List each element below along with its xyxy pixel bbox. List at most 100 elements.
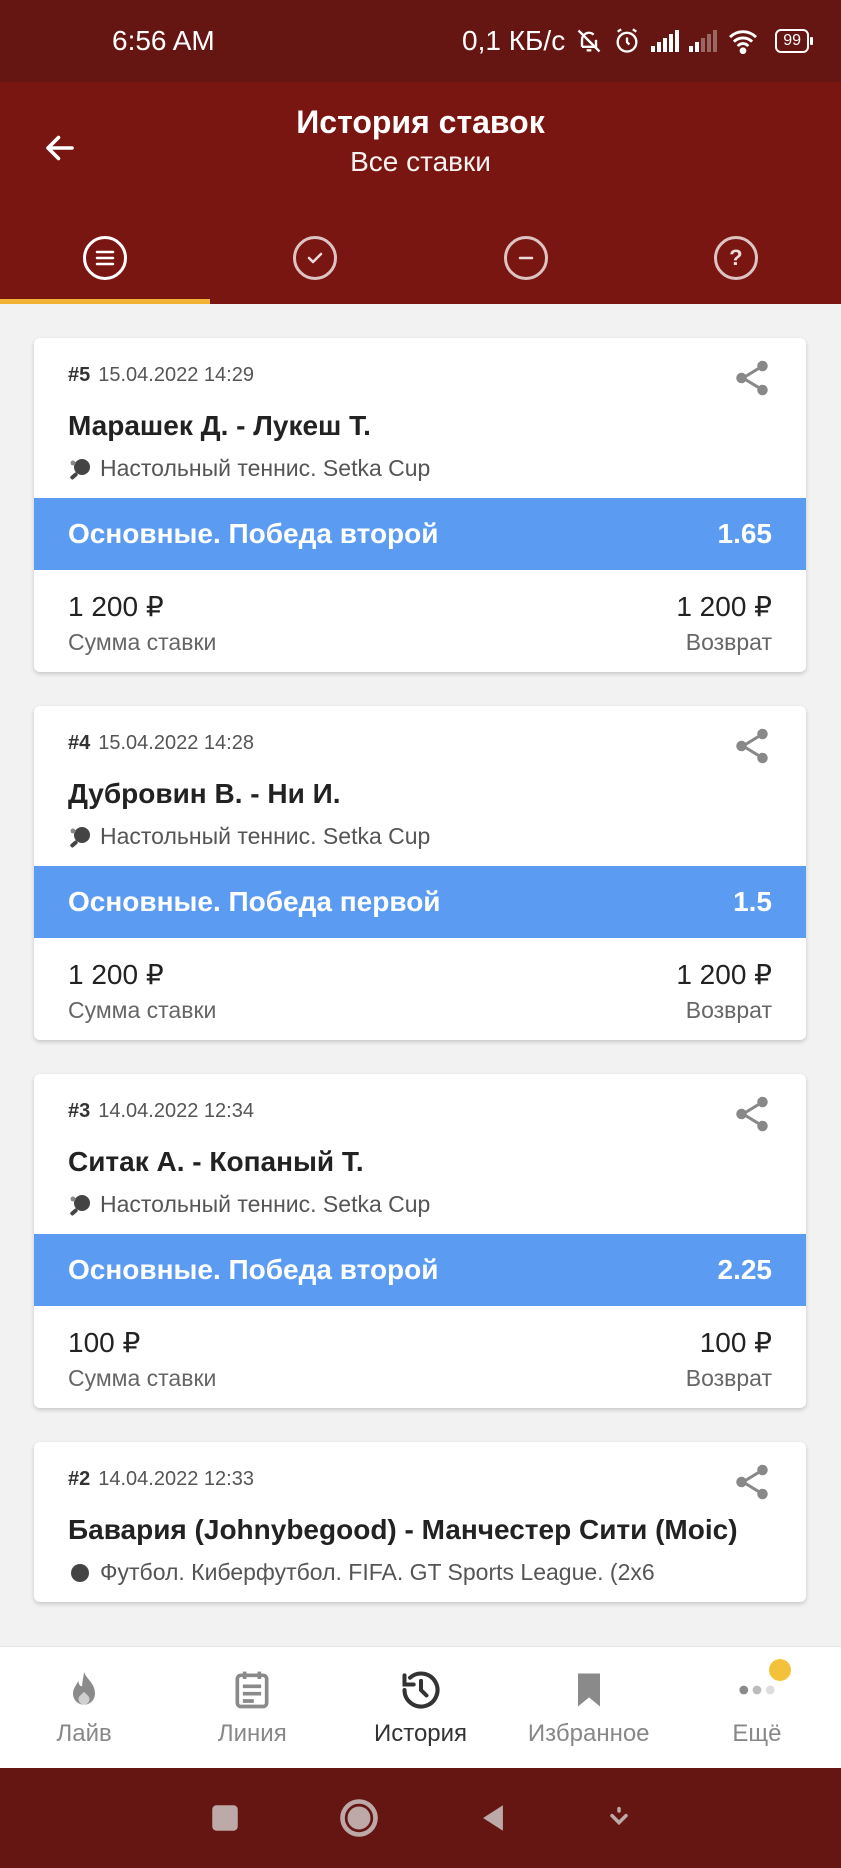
tab-lost[interactable] bbox=[421, 212, 631, 304]
nav-favorites-label: Избранное bbox=[527, 1719, 650, 1747]
table-tennis-icon bbox=[70, 826, 90, 847]
page-subtitle: Все ставки bbox=[350, 146, 491, 177]
bet-odds: 1.65 bbox=[717, 518, 773, 549]
check-icon bbox=[293, 236, 338, 280]
wifi-icon bbox=[729, 30, 758, 54]
bet-outcome-bar: Основные. Победа второй 2.25 bbox=[34, 1234, 806, 1306]
result-block: 1 200 ₽ Возврат bbox=[676, 590, 772, 656]
bet-outcome-bar: Основные. Победа второй 1.65 bbox=[34, 498, 806, 570]
tab-all[interactable] bbox=[0, 212, 211, 304]
result-label: Возврат bbox=[685, 629, 772, 655]
bet-meta: #3 14.04.2022 12:34 bbox=[68, 1100, 772, 1123]
bet-amounts: 100 ₽ Сумма ставки 100 ₽ Возврат bbox=[34, 1306, 806, 1408]
flame-icon bbox=[73, 1671, 96, 1705]
bell-off-icon bbox=[577, 29, 601, 53]
share-icon[interactable] bbox=[734, 1094, 770, 1134]
bet-card[interactable]: #3 14.04.2022 12:34 Ситак А. - Копаный Т.… bbox=[34, 1074, 806, 1408]
result-label: Возврат bbox=[685, 1365, 772, 1391]
system-nav-bar bbox=[0, 1768, 841, 1868]
tab-won[interactable] bbox=[210, 212, 420, 304]
bet-sport-label: Настольный теннис. Setka Cup bbox=[100, 455, 431, 481]
status-bar: 6:56 AM 0,1 КБ/с 99 bbox=[0, 0, 841, 82]
bet-date: 15.04.2022 14:29 bbox=[98, 364, 254, 386]
bet-meta: #2 14.04.2022 12:33 bbox=[68, 1468, 772, 1491]
bet-sport-label: Настольный теннис. Setka Cup bbox=[100, 823, 431, 849]
bet-card-head: #4 15.04.2022 14:28 Дубровин В. - Ни И. Н… bbox=[34, 706, 806, 866]
bet-sport: Настольный теннис. Setka Cup bbox=[68, 823, 772, 850]
nav-more[interactable]: Ещё bbox=[673, 1647, 841, 1768]
result-label: Возврат bbox=[685, 997, 772, 1023]
result-value: 1 200 ₽ bbox=[676, 591, 772, 622]
page-title: История ставок bbox=[296, 104, 545, 140]
bet-teams: Марашек Д. - Лукеш Т. bbox=[68, 410, 371, 441]
bet-card[interactable]: #2 14.04.2022 12:33 Бавария (Johnybegood)… bbox=[34, 1442, 806, 1602]
share-icon[interactable] bbox=[734, 358, 770, 398]
bet-teams: Ситак А. - Копаный Т. bbox=[68, 1146, 364, 1177]
bet-outcome: Основные. Победа второй bbox=[68, 518, 439, 549]
nav-history-label: История bbox=[373, 1719, 468, 1747]
nav-more-label: Ещё bbox=[732, 1719, 782, 1747]
recents-icon[interactable] bbox=[208, 1801, 242, 1835]
result-value: 100 ₽ bbox=[699, 1327, 772, 1358]
bet-number: #5 bbox=[68, 364, 91, 386]
signal-icon bbox=[651, 30, 680, 52]
stake-block: 1 200 ₽ Сумма ставки bbox=[68, 958, 216, 1024]
bet-odds: 1.5 bbox=[733, 886, 772, 917]
bet-sport: Настольный теннис. Setka Cup bbox=[68, 1191, 772, 1218]
status-icons: 0,1 КБ/с 99 bbox=[462, 25, 813, 57]
bet-card[interactable]: #5 15.04.2022 14:29 Марашек Д. - Лукеш Т.… bbox=[34, 338, 806, 672]
app-header: История ставок Все ставки ? bbox=[0, 82, 841, 304]
result-block: 1 200 ₽ Возврат bbox=[676, 958, 772, 1024]
nav-live[interactable]: Лайв bbox=[0, 1647, 168, 1768]
table-tennis-icon bbox=[70, 458, 90, 479]
stake-value: 100 ₽ bbox=[68, 1327, 141, 1358]
bet-card-head: #3 14.04.2022 12:34 Ситак А. - Копаный Т.… bbox=[34, 1074, 806, 1234]
bet-date: 14.04.2022 12:33 bbox=[98, 1468, 254, 1490]
nav-line-label: Линия bbox=[217, 1719, 287, 1747]
bet-number: #2 bbox=[68, 1468, 91, 1490]
bet-sport-label: Футбол. Киберфутбол. FIFA. GT Sports Lea… bbox=[100, 1559, 655, 1585]
bet-amounts: 1 200 ₽ Сумма ставки 1 200 ₽ Возврат bbox=[34, 570, 806, 672]
bet-number: #4 bbox=[68, 732, 91, 754]
notification-badge bbox=[768, 1659, 791, 1681]
bet-sport-label: Настольный теннис. Setka Cup bbox=[100, 1191, 431, 1217]
stake-block: 100 ₽ Сумма ставки bbox=[68, 1326, 216, 1392]
nav-live-label: Лайв bbox=[56, 1719, 112, 1747]
bet-amounts: 1 200 ₽ Сумма ставки 1 200 ₽ Возврат bbox=[34, 938, 806, 1040]
minus-icon bbox=[503, 236, 548, 280]
home-icon[interactable] bbox=[337, 1796, 381, 1840]
nav-favorites[interactable]: Избранное bbox=[505, 1647, 673, 1768]
stake-label: Сумма ставки bbox=[68, 1365, 217, 1391]
bet-outcome-bar: Основные. Победа первой 1.5 bbox=[34, 866, 806, 938]
alarm-icon bbox=[616, 28, 638, 53]
list-icon bbox=[83, 236, 128, 280]
share-icon[interactable] bbox=[734, 726, 770, 766]
bottom-nav: Лайв Линия История Избранное Ещё bbox=[0, 1646, 841, 1768]
bet-outcome: Основные. Победа первой bbox=[68, 886, 441, 917]
calendar-icon bbox=[235, 1671, 269, 1708]
stake-value: 1 200 ₽ bbox=[68, 591, 164, 622]
football-icon bbox=[71, 1563, 89, 1582]
bet-teams: Бавария (Johnybegood) - Манчестер Сити (… bbox=[68, 1514, 738, 1545]
status-time: 6:56 AM bbox=[112, 25, 215, 56]
bet-card-head: #5 15.04.2022 14:29 Марашек Д. - Лукеш Т.… bbox=[34, 338, 806, 498]
bet-teams: Дубровин В. - Ни И. bbox=[68, 778, 341, 809]
stake-label: Сумма ставки bbox=[68, 629, 217, 655]
result-block: 100 ₽ Возврат bbox=[686, 1326, 772, 1392]
back-triangle-icon[interactable] bbox=[476, 1800, 510, 1836]
network-speed: 0,1 КБ/с bbox=[462, 25, 566, 56]
bet-odds: 2.25 bbox=[717, 1254, 773, 1285]
nav-line[interactable]: Линия bbox=[168, 1647, 336, 1768]
bet-sport: Футбол. Киберфутбол. FIFA. GT Sports Lea… bbox=[68, 1559, 772, 1586]
stake-block: 1 200 ₽ Сумма ставки bbox=[68, 590, 216, 656]
tab-pending[interactable]: ? bbox=[631, 212, 841, 304]
nav-history[interactable]: История bbox=[336, 1647, 504, 1768]
chevron-down-icon[interactable] bbox=[605, 1804, 633, 1832]
share-icon[interactable] bbox=[734, 1462, 770, 1502]
bet-date: 14.04.2022 12:34 bbox=[98, 1100, 254, 1122]
result-value: 1 200 ₽ bbox=[676, 959, 772, 990]
bookmark-icon bbox=[577, 1673, 600, 1706]
bet-date: 15.04.2022 14:28 bbox=[98, 732, 254, 754]
bet-card[interactable]: #4 15.04.2022 14:28 Дубровин В. - Ни И. Н… bbox=[34, 706, 806, 1040]
history-icon bbox=[401, 1671, 439, 1709]
